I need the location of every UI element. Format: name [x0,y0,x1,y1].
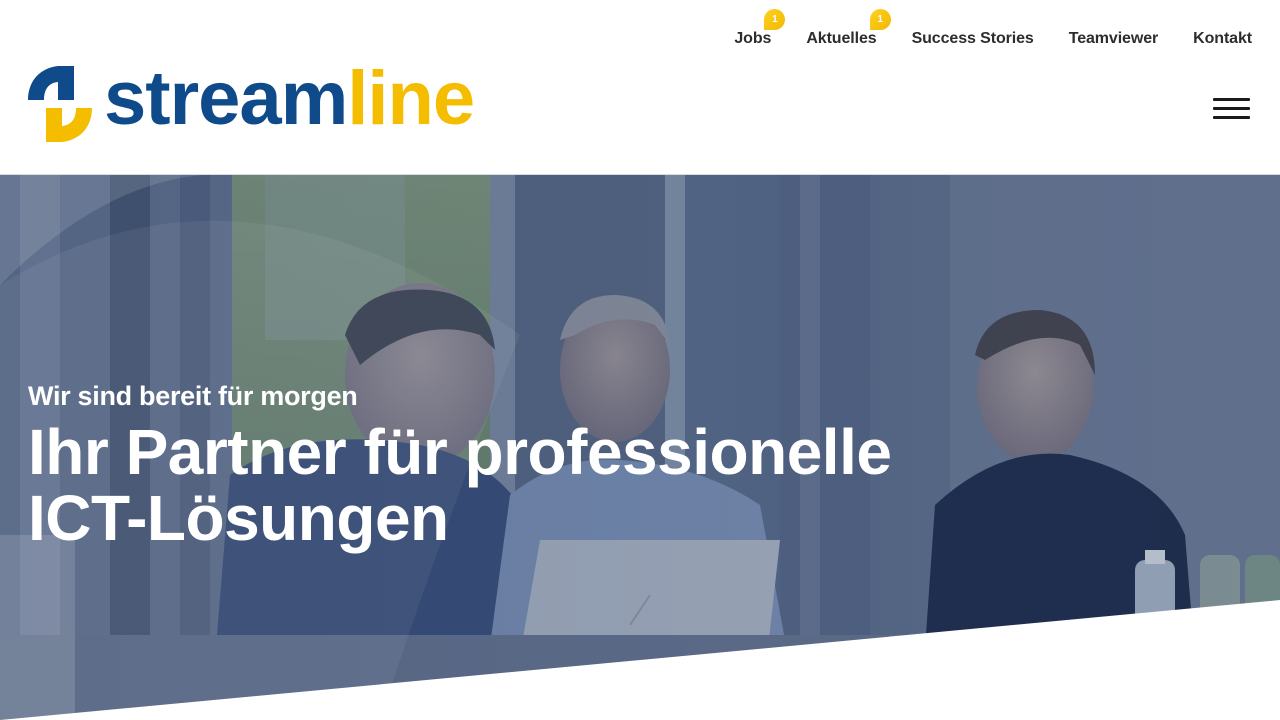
hamburger-menu-button[interactable] [1212,96,1252,124]
hero-banner: Wir sind bereit für morgen Ihr Partner f… [0,174,1280,720]
nav-item-aktuelles[interactable]: Aktuelles 1 [806,9,891,48]
hamburger-bar [1213,107,1250,110]
nav-item-jobs[interactable]: Jobs 1 [734,9,786,48]
nav-item-success-stories[interactable]: Success Stories [912,30,1034,48]
nav-item-teamviewer[interactable]: Teamviewer [1069,30,1159,48]
hamburger-bar [1213,116,1250,119]
diagonal-section-divider [0,600,1280,720]
hero-headline: Ihr Partner für professionelle ICT-Lösun… [28,416,892,554]
hamburger-bar [1213,98,1250,101]
notification-badge: 1 [869,9,891,30]
hero-headline-line1: Ihr Partner für professionelle [28,416,892,488]
top-navigation: Jobs 1 Aktuelles 1 Success Stories Teamv… [734,9,1252,48]
nav-item-label: Jobs [734,30,772,47]
hero-headline-line2: ICT-Lösungen [28,482,449,554]
hero-subtitle: Wir sind bereit für morgen [28,381,358,411]
nav-item-kontakt[interactable]: Kontakt [1193,30,1252,48]
streamline-logo-icon [28,66,92,142]
nav-item-label: Aktuelles [806,30,877,47]
streamline-logo[interactable]: streamline [28,61,475,142]
logo-wordmark: streamline [104,56,475,141]
site-header: Jobs 1 Aktuelles 1 Success Stories Teamv… [0,0,1280,174]
notification-badge: 1 [764,9,786,30]
